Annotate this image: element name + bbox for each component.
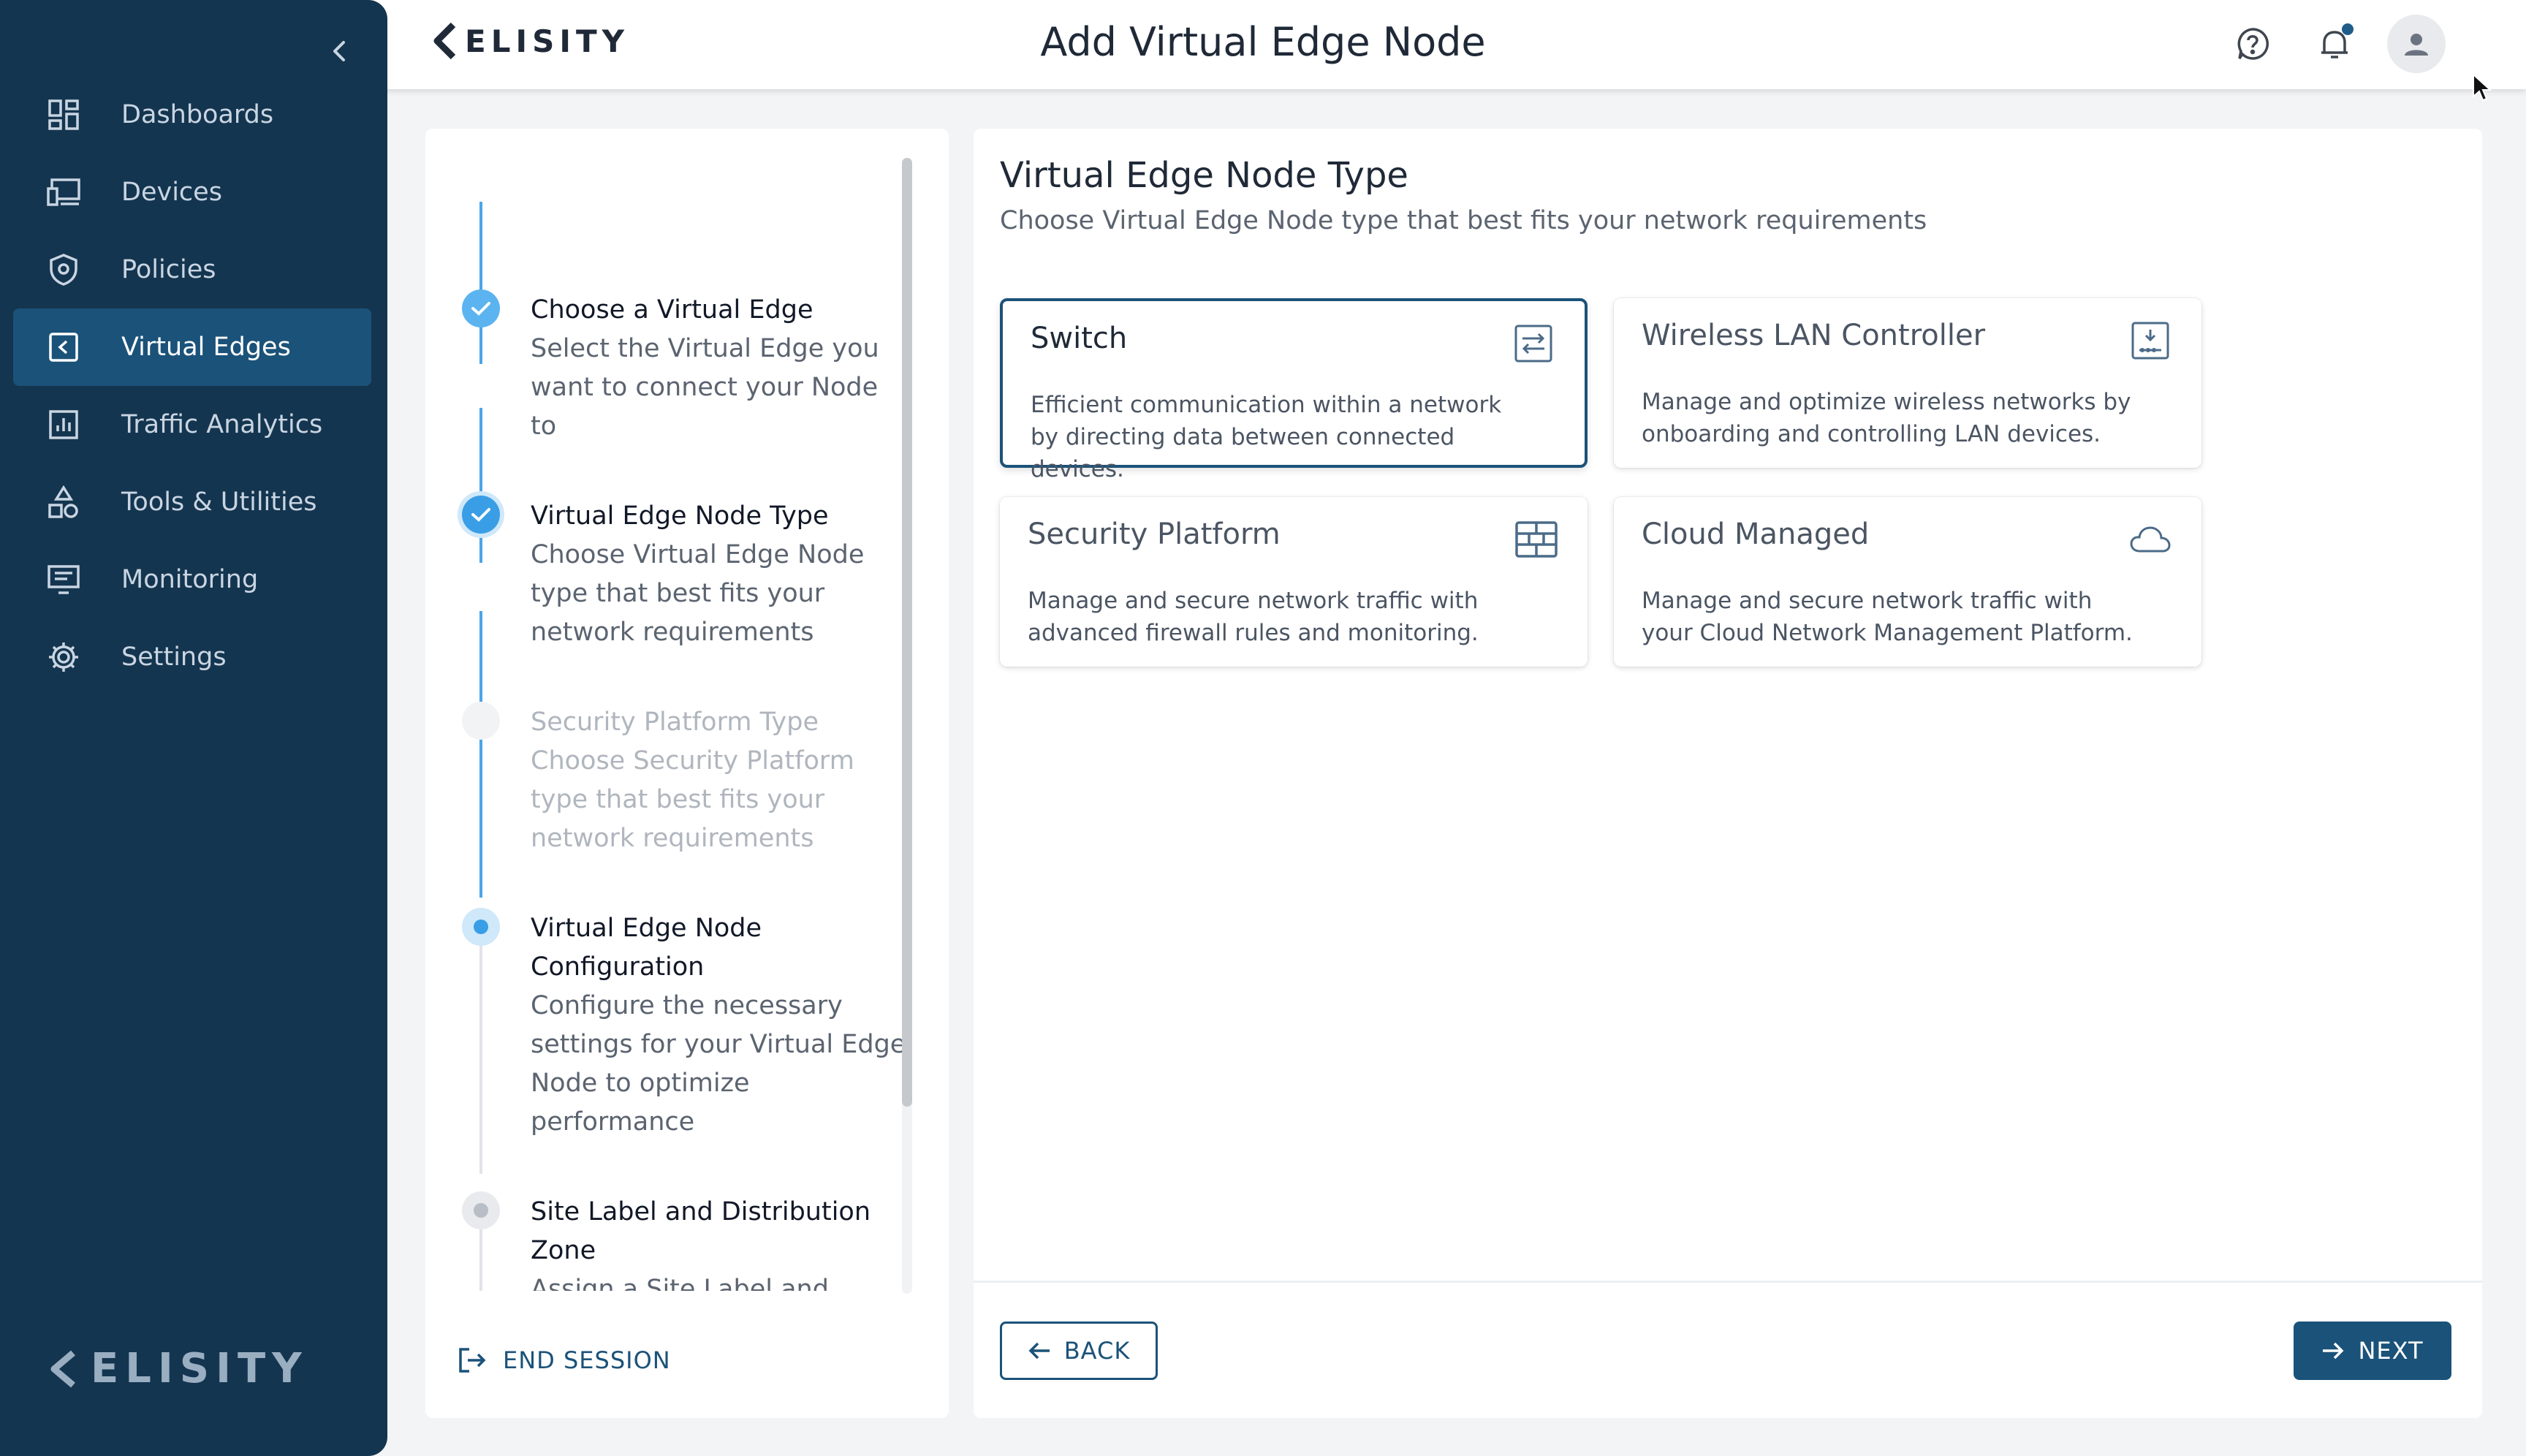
step-done-indicator [462,496,500,534]
step-title: Virtual Edge Node Type [531,501,829,531]
main-panel: Virtual Edge Node Type Choose Virtual Ed… [974,129,2482,1418]
collapse-sidebar-button[interactable] [325,32,354,70]
shield-icon [45,251,82,288]
node-type-card-cloud-managed[interactable]: Cloud Managed Manage and secure network … [1614,497,2201,667]
sidebar-item-tools-utilities[interactable]: Tools & Utilities [13,463,371,541]
card-title: Security Platform [1028,517,1281,551]
avatar [2387,15,2446,73]
help-button[interactable] [2223,15,2282,73]
stepper-scrollbar-thumb[interactable] [902,158,912,1107]
brand-text: ELISITY [465,23,630,59]
end-session-label: END SESSION [503,1346,671,1374]
sidebar-item-virtual-edges[interactable]: Virtual Edges [13,308,371,386]
sidebar-item-label: Monitoring [121,565,259,594]
sidebar-item-monitoring[interactable]: Monitoring [13,541,371,618]
brand-logo[interactable]: ELISITY [433,22,629,60]
node-type-card-switch[interactable]: Switch Efficient communication within a … [1000,298,1588,482]
header-actions [2200,15,2446,73]
elisity-logo-icon [433,22,456,60]
monitor-icon [45,561,82,598]
bar-chart-icon [45,406,82,443]
step-title: Security Platform Type [531,708,819,737]
step-description: Choose Virtual Edge Node type that best … [531,540,865,647]
end-session-button[interactable]: END SESSION [458,1346,671,1374]
step-title: Virtual Edge Node Configuration [531,914,762,982]
step-connector [479,202,482,364]
next-button[interactable]: NEXT [2294,1322,2451,1380]
sidebar-item-label: Settings [121,642,227,672]
step-connector [479,941,482,1174]
gear-icon [45,639,82,675]
step-disabled-indicator [462,702,500,740]
step-connector [479,408,482,563]
user-menu-button[interactable] [2387,15,2446,73]
card-title: Wireless LAN Controller [1642,319,1986,352]
stepper: Choose a Virtual Edge Select the Virtual… [425,129,908,1291]
sidebar-item-label: Dashboards [121,100,274,129]
wlan-controller-icon [2128,319,2172,363]
sidebar-item-label: Virtual Edges [121,333,291,362]
sidebar-item-traffic-analytics[interactable]: Traffic Analytics [13,386,371,463]
section-title: Virtual Edge Node Type [1000,155,1408,196]
switch-icon [1512,322,1555,365]
back-button[interactable]: BACK [1000,1322,1158,1380]
elisity-logo-icon [50,1350,75,1387]
chevron-left-icon [333,41,345,61]
mouse-cursor-icon [2472,72,2492,105]
sidebar-item-devices[interactable]: Devices [13,153,371,231]
cloud-icon [2128,517,2172,561]
node-type-card-security-platform[interactable]: Security Platform Manage and secure netw… [1000,497,1588,667]
step-current-indicator [462,908,500,946]
section-subtitle: Choose Virtual Edge Node type that best … [1000,206,1927,235]
check-icon [471,302,490,316]
step-description: Assign a Site Label and select a Distrib… [531,1275,829,1291]
card-description: Manage and secure network traffic with y… [1642,588,2133,646]
firewall-icon [1514,517,1558,561]
step-done-indicator [462,289,500,327]
sidebar-nav: Dashboards Devices Policies Virtual Edge… [13,76,371,696]
step-connector [479,611,482,898]
help-icon [2237,28,2269,60]
card-description: Manage and secure network traffic with a… [1028,588,1479,646]
footer-divider [974,1281,2482,1283]
notification-badge [2342,23,2354,35]
step-connector [479,1225,482,1291]
sidebar-item-dashboards[interactable]: Dashboards [13,76,371,153]
sidebar-item-settings[interactable]: Settings [13,618,371,696]
user-icon [2405,34,2428,56]
sidebar-item-policies[interactable]: Policies [13,231,371,308]
card-description: Efficient communication within a network… [1031,392,1502,482]
sidebar-logo: ELISITY [48,1345,308,1392]
stepper-panel: Choose a Virtual Edge Select the Virtual… [425,129,949,1418]
exit-icon [458,1346,487,1374]
node-type-card-wireless-lan-controller[interactable]: Wireless LAN Controller Manage and optim… [1614,298,2201,468]
sidebar-item-label: Policies [121,255,216,284]
step-title: Choose a Virtual Edge [531,295,813,325]
next-button-label: NEXT [2358,1337,2424,1365]
virtual-edge-icon [45,329,82,365]
back-button-label: BACK [1063,1337,1131,1365]
sidebar: Dashboards Devices Policies Virtual Edge… [0,0,387,1456]
sidebar-logo-text: ELISITY [91,1345,308,1392]
arrow-left-icon [1028,1341,1051,1361]
card-title: Switch [1031,322,1128,355]
step-pending-indicator [462,1191,500,1229]
card-description: Manage and optimize wireless networks by… [1642,389,2131,447]
shapes-icon [45,484,82,520]
dashboard-icon [45,96,82,133]
step-description: Configure the necessary settings for you… [531,991,906,1137]
step-title: Site Label and Distribution Zone [531,1197,871,1265]
notifications-button[interactable] [2305,15,2364,73]
check-icon [471,508,490,522]
sidebar-item-label: Traffic Analytics [121,410,323,439]
step-description: Select the Virtual Edge you want to conn… [531,334,879,441]
arrow-right-icon [2321,1341,2345,1361]
sidebar-item-label: Devices [121,178,222,207]
card-title: Cloud Managed [1642,517,1870,551]
step-description: Choose Security Platform type that best … [531,746,854,853]
devices-icon [45,174,82,211]
sidebar-item-label: Tools & Utilities [121,488,317,517]
